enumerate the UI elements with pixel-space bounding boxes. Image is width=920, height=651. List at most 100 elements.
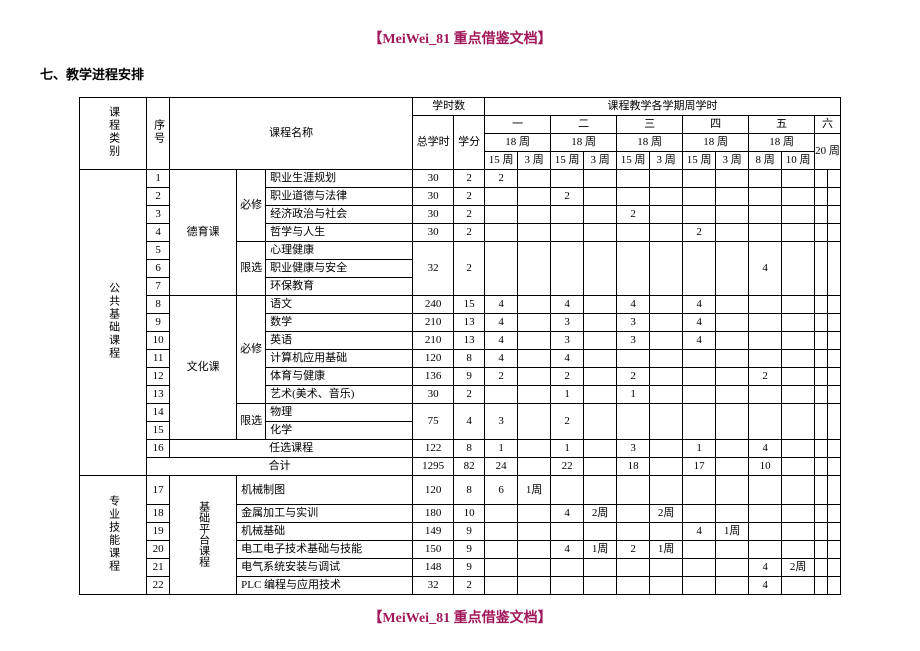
course-name: 数学 bbox=[266, 314, 413, 332]
val bbox=[716, 541, 749, 559]
credit: 2 bbox=[454, 224, 485, 242]
val bbox=[782, 440, 815, 458]
credit: 15 bbox=[454, 296, 485, 314]
val bbox=[683, 559, 716, 577]
mode-bixiu: 必修 bbox=[237, 170, 266, 242]
val: 4 bbox=[749, 242, 782, 296]
val bbox=[485, 559, 518, 577]
course-name: 任选课程 bbox=[170, 440, 413, 458]
section-heading: 七、教学进程安排 bbox=[0, 64, 920, 83]
total: 30 bbox=[413, 188, 454, 206]
val bbox=[584, 206, 617, 224]
val: 2 bbox=[551, 188, 584, 206]
val bbox=[650, 458, 683, 476]
val bbox=[650, 224, 683, 242]
val: 1 bbox=[551, 386, 584, 404]
val bbox=[485, 188, 518, 206]
val bbox=[782, 296, 815, 314]
val bbox=[782, 350, 815, 368]
row-no: 9 bbox=[147, 314, 170, 332]
course-name: PLC 编程与应用技术 bbox=[237, 577, 413, 595]
row-no: 1 bbox=[147, 170, 170, 188]
col-hours: 学时数 bbox=[413, 98, 485, 116]
row-no: 4 bbox=[147, 224, 170, 242]
val bbox=[716, 505, 749, 523]
val: 24 bbox=[485, 458, 518, 476]
val bbox=[683, 368, 716, 386]
val: 1 bbox=[617, 386, 650, 404]
sem-header: 一 bbox=[485, 116, 551, 134]
val bbox=[518, 242, 551, 296]
val bbox=[650, 476, 683, 505]
credit: 10 bbox=[454, 505, 485, 523]
val: 4 bbox=[617, 296, 650, 314]
val: 22 bbox=[551, 458, 584, 476]
row-no: 10 bbox=[147, 332, 170, 350]
val bbox=[518, 350, 551, 368]
total: 240 bbox=[413, 296, 454, 314]
val bbox=[617, 523, 650, 541]
val bbox=[815, 386, 828, 404]
col-credit: 学分 bbox=[454, 116, 485, 170]
val bbox=[650, 314, 683, 332]
row-no: 7 bbox=[147, 278, 170, 296]
subweek-header: 15 周 bbox=[485, 152, 518, 170]
val bbox=[828, 404, 841, 440]
val: 18 bbox=[617, 458, 650, 476]
val bbox=[551, 242, 584, 296]
val bbox=[828, 242, 841, 296]
val bbox=[815, 242, 828, 296]
course-name: 机械基础 bbox=[237, 523, 413, 541]
val bbox=[716, 559, 749, 577]
val: 4 bbox=[683, 296, 716, 314]
val bbox=[551, 170, 584, 188]
val bbox=[782, 242, 815, 296]
sem-header: 五 bbox=[749, 116, 815, 134]
val bbox=[749, 476, 782, 505]
val: 4 bbox=[485, 296, 518, 314]
val: 1周 bbox=[716, 523, 749, 541]
col-name: 课程名称 bbox=[170, 98, 413, 170]
val bbox=[749, 188, 782, 206]
val: 2周 bbox=[650, 505, 683, 523]
val: 4 bbox=[551, 296, 584, 314]
val bbox=[518, 170, 551, 188]
row-no: 19 bbox=[147, 523, 170, 541]
val bbox=[683, 242, 716, 296]
course-name: 物理 bbox=[266, 404, 413, 422]
val: 2 bbox=[485, 368, 518, 386]
val: 2 bbox=[683, 224, 716, 242]
val: 10 bbox=[749, 458, 782, 476]
val bbox=[749, 296, 782, 314]
val: 3 bbox=[617, 314, 650, 332]
val bbox=[617, 505, 650, 523]
val bbox=[828, 296, 841, 314]
week-header: 18 周 bbox=[551, 134, 617, 152]
val bbox=[716, 242, 749, 296]
val: 2 bbox=[617, 368, 650, 386]
val bbox=[828, 368, 841, 386]
val bbox=[650, 440, 683, 458]
sem-header: 四 bbox=[683, 116, 749, 134]
val bbox=[650, 523, 683, 541]
val bbox=[485, 577, 518, 595]
val bbox=[716, 170, 749, 188]
val bbox=[749, 404, 782, 440]
val: 2 bbox=[617, 206, 650, 224]
subweek-header: 3 周 bbox=[716, 152, 749, 170]
val bbox=[815, 577, 828, 595]
val bbox=[683, 386, 716, 404]
val bbox=[716, 350, 749, 368]
course-name: 艺术(美术、音乐) bbox=[266, 386, 413, 404]
val: 4 bbox=[749, 440, 782, 458]
val bbox=[749, 206, 782, 224]
val bbox=[716, 476, 749, 505]
val bbox=[683, 350, 716, 368]
val bbox=[518, 505, 551, 523]
course-name: 职业健康与安全 bbox=[266, 260, 413, 278]
val bbox=[617, 577, 650, 595]
val: 4 bbox=[551, 541, 584, 559]
course-name: 哲学与人生 bbox=[266, 224, 413, 242]
val bbox=[782, 523, 815, 541]
credit: 2 bbox=[454, 242, 485, 296]
